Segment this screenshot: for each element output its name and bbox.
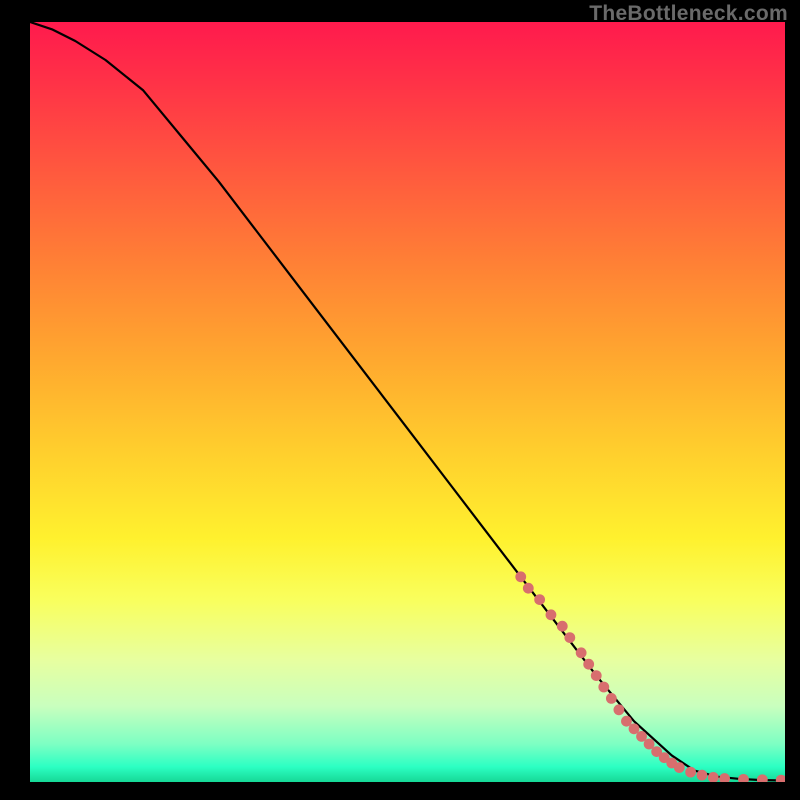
marker-dot — [583, 659, 594, 670]
highlight-markers — [515, 571, 785, 782]
marker-dot — [738, 774, 749, 782]
marker-dot — [598, 682, 609, 693]
marker-dot — [523, 583, 534, 594]
marker-dot — [591, 670, 602, 681]
marker-dot — [515, 571, 526, 582]
plot-area — [30, 22, 785, 782]
watermark-text: TheBottleneck.com — [589, 2, 788, 26]
chart-container: TheBottleneck.com — [0, 0, 800, 800]
marker-dot — [757, 774, 768, 782]
marker-dot — [606, 693, 617, 704]
marker-dot — [557, 621, 568, 632]
marker-dot — [576, 647, 587, 658]
marker-dot — [546, 609, 557, 620]
marker-dot — [697, 770, 708, 781]
marker-dot — [674, 762, 685, 773]
chart-overlay — [30, 22, 785, 782]
marker-dot — [564, 632, 575, 643]
marker-dot — [719, 773, 730, 782]
bottleneck-curve — [30, 22, 785, 780]
marker-dot — [685, 767, 696, 778]
marker-dot — [776, 775, 785, 782]
marker-dot — [534, 594, 545, 605]
marker-dot — [614, 704, 625, 715]
